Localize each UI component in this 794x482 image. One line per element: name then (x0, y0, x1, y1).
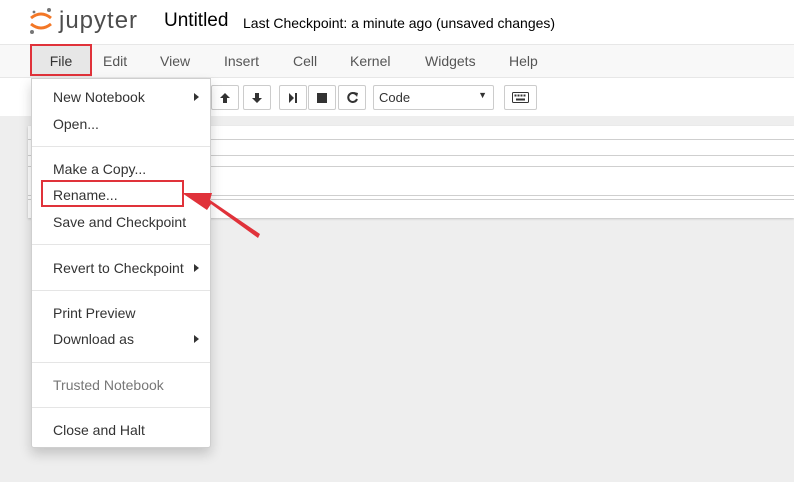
cell-type-select[interactable]: Code ▼ (373, 85, 494, 110)
checkpoint-status: Last Checkpoint: a minute ago (unsaved c… (243, 15, 556, 31)
menu-widgets[interactable]: Widgets (415, 45, 486, 77)
menu-cell[interactable]: Cell (283, 45, 327, 77)
menu-item-open[interactable]: Open... (53, 116, 99, 132)
caret-down-icon: ▼ (478, 90, 487, 100)
jupyter-logo-icon[interactable] (28, 6, 54, 36)
move-down-button[interactable] (243, 85, 271, 110)
menu-item-revert-checkpoint[interactable]: Revert to Checkpoint (53, 260, 184, 276)
interrupt-button[interactable] (308, 85, 336, 110)
arrow-up-icon (220, 92, 230, 103)
notebook-title[interactable]: Untitled (164, 10, 228, 32)
caret-right-icon (194, 264, 199, 272)
arrow-down-icon (252, 92, 262, 103)
rename-highlight-box (41, 180, 184, 207)
move-up-button[interactable] (211, 85, 239, 110)
menu-divider (32, 146, 210, 147)
notebook-header: jupyter Untitled Last Checkpoint: a minu… (0, 0, 794, 44)
command-palette-button[interactable] (504, 85, 537, 110)
menu-item-trusted-notebook: Trusted Notebook (53, 377, 164, 393)
restart-icon (346, 92, 358, 103)
stop-icon (317, 92, 327, 103)
menu-item-new-notebook[interactable]: New Notebook (53, 89, 145, 105)
run-icon (289, 92, 297, 103)
menubar: File Edit View Insert Cell Kernel Widget… (0, 44, 794, 78)
menu-help[interactable]: Help (499, 45, 548, 77)
menu-divider (32, 244, 210, 245)
cell-type-value: Code (379, 90, 411, 105)
menu-insert[interactable]: Insert (214, 45, 269, 77)
keyboard-icon (512, 92, 529, 103)
menu-item-download-as[interactable]: Download as (53, 331, 134, 347)
caret-right-icon (194, 93, 199, 101)
menu-view[interactable]: View (150, 45, 200, 77)
menu-item-print-preview[interactable]: Print Preview (53, 305, 135, 321)
caret-right-icon (194, 335, 199, 343)
menu-divider (32, 290, 210, 291)
file-menu-highlight (30, 44, 92, 76)
run-button[interactable] (279, 85, 307, 110)
menu-item-make-copy[interactable]: Make a Copy... (53, 161, 146, 177)
menu-item-save-checkpoint[interactable]: Save and Checkpoint (53, 214, 186, 230)
restart-button[interactable] (338, 85, 366, 110)
menu-divider (32, 407, 210, 408)
menu-kernel[interactable]: Kernel (340, 45, 400, 77)
menu-divider (32, 362, 210, 363)
menu-item-close-halt[interactable]: Close and Halt (53, 422, 145, 438)
jupyter-logo-text[interactable]: jupyter (59, 7, 138, 35)
file-dropdown-menu: New Notebook Open... Make a Copy... Rena… (31, 78, 211, 448)
menu-edit[interactable]: Edit (93, 45, 137, 77)
